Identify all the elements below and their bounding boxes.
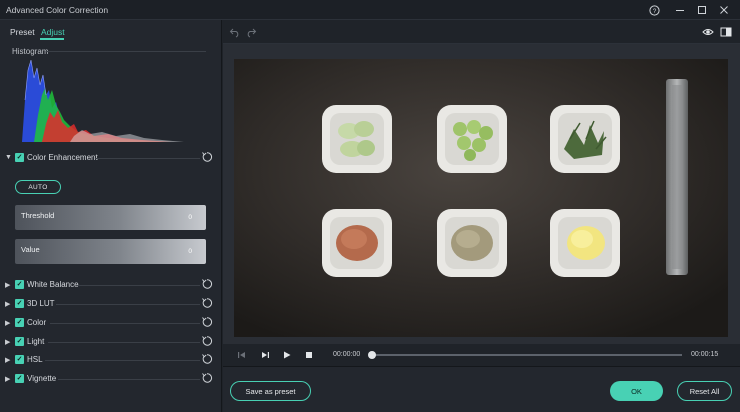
- preview-toolbar: [223, 20, 740, 44]
- video-preview: [234, 59, 728, 337]
- section-color[interactable]: ▶ ✓ Color: [0, 316, 222, 332]
- section-divider: [50, 323, 200, 324]
- section-divider: [45, 360, 200, 361]
- light-checkbox[interactable]: ✓: [15, 337, 24, 346]
- bowl-spice: [322, 209, 392, 277]
- reset-icon[interactable]: [201, 353, 213, 365]
- histogram: [12, 60, 184, 142]
- eye-icon[interactable]: [702, 26, 714, 38]
- undo-icon[interactable]: [229, 26, 241, 38]
- expand-arrow-icon[interactable]: ▶: [5, 338, 10, 346]
- section-divider: [78, 285, 200, 286]
- value-value: 0: [188, 248, 192, 255]
- bowl-dill: [550, 105, 620, 173]
- play-icon[interactable]: [282, 350, 292, 360]
- hsl-checkbox[interactable]: ✓: [15, 355, 24, 364]
- timeline-track[interactable]: [375, 354, 682, 356]
- reset-icon[interactable]: [201, 335, 213, 347]
- expand-arrow-icon[interactable]: ▶: [5, 319, 10, 327]
- save-as-preset-button[interactable]: Save as preset: [230, 381, 311, 401]
- threshold-value: 0: [188, 214, 192, 221]
- title-bar: Advanced Color Correction ?: [0, 0, 740, 20]
- histogram-label: Histogram: [12, 47, 49, 56]
- histogram-divider: [46, 51, 206, 52]
- stop-icon[interactable]: [304, 350, 314, 360]
- section-label: 3D LUT: [27, 299, 55, 308]
- white-balance-checkbox[interactable]: ✓: [15, 280, 24, 289]
- section-divider: [95, 158, 200, 159]
- compare-icon[interactable]: [720, 26, 732, 38]
- section-white-balance[interactable]: ▶ ✓ White Balance: [0, 278, 222, 294]
- bowl-grains: [437, 209, 507, 277]
- timeline-playhead[interactable]: [368, 351, 376, 359]
- section-label: Color Enhancement: [27, 153, 98, 162]
- ok-button[interactable]: OK: [610, 381, 663, 401]
- svg-text:?: ?: [652, 8, 656, 15]
- expand-arrow-icon[interactable]: ▶: [5, 281, 10, 289]
- previous-frame-icon[interactable]: [237, 350, 247, 360]
- tab-adjust[interactable]: Adjust: [41, 27, 65, 37]
- panel-tabs: Preset Adjust: [0, 20, 222, 42]
- adjustment-panel: Preset Adjust Histogram ▼ ✓ Color Enhanc…: [0, 20, 222, 412]
- playback-controls: 00:00:00 00:00:15: [223, 344, 740, 366]
- bowl-cucumber: [322, 105, 392, 173]
- section-color-enhancement[interactable]: ▼ ✓ Color Enhancement: [0, 151, 222, 167]
- section-divider: [58, 379, 200, 380]
- help-icon[interactable]: ?: [646, 2, 662, 18]
- tab-preset[interactable]: Preset: [10, 27, 35, 37]
- section-divider: [56, 304, 200, 305]
- reset-icon[interactable]: [201, 372, 213, 384]
- expand-arrow-icon[interactable]: ▶: [5, 375, 10, 383]
- current-time: 00:00:00: [333, 351, 361, 358]
- reset-icon[interactable]: [201, 316, 213, 328]
- threshold-label: Threshold: [21, 211, 55, 220]
- close-icon[interactable]: [716, 2, 732, 18]
- value-label: Value: [21, 245, 40, 254]
- active-tab-indicator: [40, 38, 64, 40]
- collapse-arrow-icon[interactable]: ▼: [5, 154, 12, 161]
- section-label: Color: [27, 318, 47, 327]
- redo-icon[interactable]: [245, 26, 257, 38]
- expand-arrow-icon[interactable]: ▶: [5, 356, 10, 364]
- section-vignette[interactable]: ▶ ✓ Vignette: [0, 372, 222, 388]
- section-divider: [48, 342, 200, 343]
- maximize-icon[interactable]: [694, 2, 710, 18]
- reset-all-button[interactable]: Reset All: [677, 381, 732, 401]
- bowl-lemon: [550, 209, 620, 277]
- color-checkbox[interactable]: ✓: [15, 318, 24, 327]
- section-3d-lut[interactable]: ▶ ✓ 3D LUT: [0, 297, 222, 313]
- bowl-peas: [437, 105, 507, 173]
- section-label: Light: [27, 337, 45, 346]
- reset-icon[interactable]: [201, 278, 213, 290]
- total-time: 00:00:15: [691, 351, 719, 358]
- section-label: HSL: [27, 355, 43, 364]
- footer: Save as preset OK Reset All: [223, 366, 740, 412]
- section-label: White Balance: [27, 280, 79, 289]
- next-frame-icon[interactable]: [260, 350, 270, 360]
- window-title: Advanced Color Correction: [6, 5, 109, 15]
- color-enhancement-checkbox[interactable]: ✓: [15, 153, 24, 162]
- auto-button[interactable]: AUTO: [15, 180, 61, 194]
- reset-icon[interactable]: [201, 151, 213, 163]
- grater: [666, 79, 688, 275]
- expand-arrow-icon[interactable]: ▶: [5, 300, 10, 308]
- 3d-lut-checkbox[interactable]: ✓: [15, 299, 24, 308]
- section-light[interactable]: ▶ ✓ Light: [0, 335, 222, 351]
- reset-icon[interactable]: [201, 297, 213, 309]
- section-label: Vignette: [27, 374, 57, 383]
- vignette-checkbox[interactable]: ✓: [15, 374, 24, 383]
- value-slider[interactable]: Value 0: [15, 239, 206, 264]
- section-hsl[interactable]: ▶ ✓ HSL: [0, 353, 222, 369]
- minimize-icon[interactable]: [672, 2, 688, 18]
- threshold-slider[interactable]: Threshold 0: [15, 205, 206, 230]
